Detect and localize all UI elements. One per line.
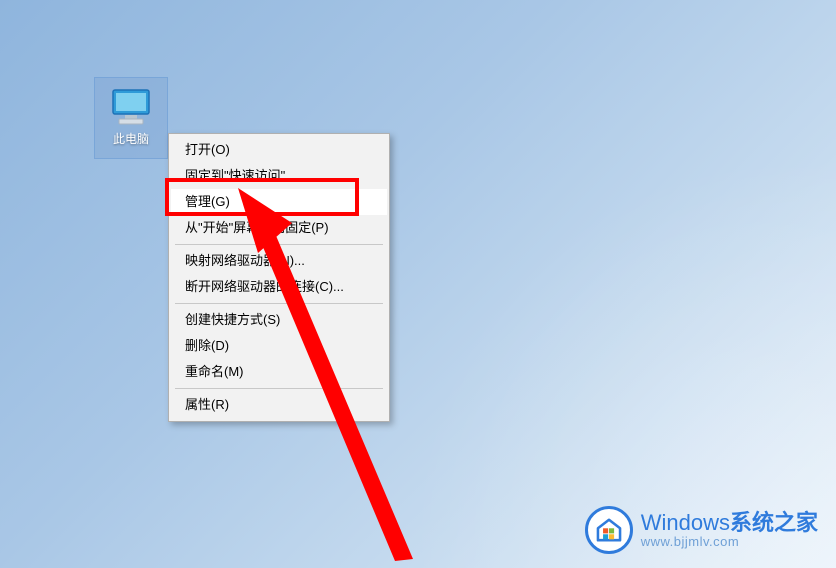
this-pc-icon [107,86,155,128]
desktop-icon-label: 此电脑 [95,130,167,147]
menu-item-open[interactable]: 打开(O) [171,137,387,163]
watermark-logo-icon [585,506,633,554]
menu-item-rename[interactable]: 重命名(M) [171,359,387,385]
menu-item-manage[interactable]: 管理(G) [171,189,387,215]
menu-item-disconnect-network-drive[interactable]: 断开网络驱动器的连接(C)... [171,274,387,300]
watermark: Windows系统之家 www.bjjmlv.com [585,506,818,554]
desktop-icon-this-pc[interactable]: 此电脑 [95,78,167,158]
watermark-brand: Windows [641,510,730,535]
menu-item-create-shortcut[interactable]: 创建快捷方式(S) [171,307,387,333]
menu-item-pin-quick-access[interactable]: 固定到"快速访问" [171,163,387,189]
menu-item-delete[interactable]: 删除(D) [171,333,387,359]
menu-item-properties[interactable]: 属性(R) [171,392,387,418]
menu-item-unpin-start[interactable]: 从"开始"屏幕取消固定(P) [171,215,387,241]
watermark-title: Windows系统之家 [641,511,818,535]
watermark-suffix: 系统之家 [730,510,818,535]
watermark-subtitle: www.bjjmlv.com [641,535,818,549]
menu-separator [175,303,383,304]
menu-separator [175,244,383,245]
menu-separator [175,388,383,389]
menu-item-map-network-drive[interactable]: 映射网络驱动器(N)... [171,248,387,274]
context-menu: 打开(O) 固定到"快速访问" 管理(G) 从"开始"屏幕取消固定(P) 映射网… [168,133,390,422]
